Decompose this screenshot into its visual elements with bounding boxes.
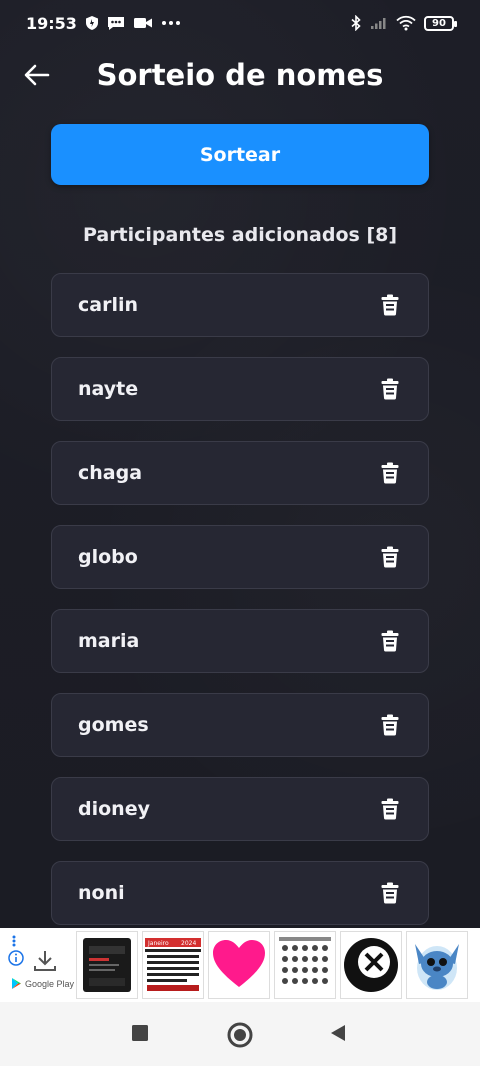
ad-thumb-sheet[interactable] [274,931,336,999]
ad-attribution: Google Play [4,928,76,1002]
participant-name: nayte [78,378,139,400]
list-item: dioney [51,777,429,841]
battery-icon: 90 [424,15,457,31]
more-icon [161,20,181,26]
home-circle-icon[interactable] [227,1022,253,1048]
delete-button[interactable] [376,879,404,907]
trash-icon [381,882,399,904]
google-play-icon [12,978,22,989]
video-icon [133,16,153,30]
trash-icon [381,798,399,820]
bluetooth-icon [350,15,362,31]
signal-icon [370,16,388,30]
participant-name: carlin [78,294,139,316]
ad-options-icon[interactable] [12,932,16,951]
recents-square-icon[interactable] [131,1024,149,1042]
participant-name: globo [78,546,138,568]
ad-banner[interactable]: Google Play Janeiro 2024 [0,928,480,1002]
shield-icon [85,15,99,31]
ad-thumb-calendar[interactable]: Janeiro 2024 [142,931,204,999]
list-item: noni [51,861,429,925]
google-play-badge: Google Play [12,978,74,989]
list-item: maria [51,609,429,673]
ad-thumb-dark-product[interactable] [76,931,138,999]
ad-thumb-black-disc[interactable] [340,931,402,999]
list-item: carlin [51,273,429,337]
download-icon[interactable] [32,948,58,978]
arrow-left-icon [24,64,50,86]
delete-button[interactable] [376,459,404,487]
participants-heading: Participantes adicionados [8] [82,224,398,246]
ad-thumb-stitch-sticker[interactable] [406,931,468,999]
battery-level: 90 [432,17,446,29]
participant-name: gomes [78,714,149,736]
status-time: 19:53 [26,13,77,33]
delete-button[interactable] [376,543,404,571]
delete-button[interactable] [376,375,404,403]
trash-icon [381,630,399,652]
list-item: gomes [51,693,429,757]
list-item: nayte [51,357,429,421]
calendar-year: 2024 [181,940,196,947]
participant-list: carlin nayte chaga globo maria gomes dio… [51,273,429,945]
message-icon [107,15,125,31]
back-button[interactable] [22,60,52,90]
delete-button[interactable] [376,711,404,739]
participant-name: chaga [78,462,143,484]
trash-icon [381,462,399,484]
status-bar: 19:53 90 [0,0,480,46]
info-icon[interactable] [8,950,24,970]
participant-name: noni [78,882,125,904]
store-label: Google Play [25,978,75,989]
delete-button[interactable] [376,627,404,655]
draw-button[interactable]: Sortear [51,124,429,185]
participant-name: dioney [78,798,150,820]
list-item: globo [51,525,429,589]
list-item: chaga [51,441,429,505]
trash-icon [381,546,399,568]
ad-thumb-pink-heart[interactable] [208,931,270,999]
delete-button[interactable] [376,795,404,823]
trash-icon [381,714,399,736]
page-title: Sorteio de nomes [96,58,384,92]
calendar-month: Janeiro [147,940,169,947]
delete-button[interactable] [376,291,404,319]
trash-icon [381,294,399,316]
back-triangle-icon[interactable] [329,1024,347,1042]
trash-icon [381,378,399,400]
system-nav-bar [0,1002,480,1066]
app-header: Sorteio de nomes [0,50,480,100]
participant-name: maria [78,630,140,652]
wifi-icon [396,15,416,31]
